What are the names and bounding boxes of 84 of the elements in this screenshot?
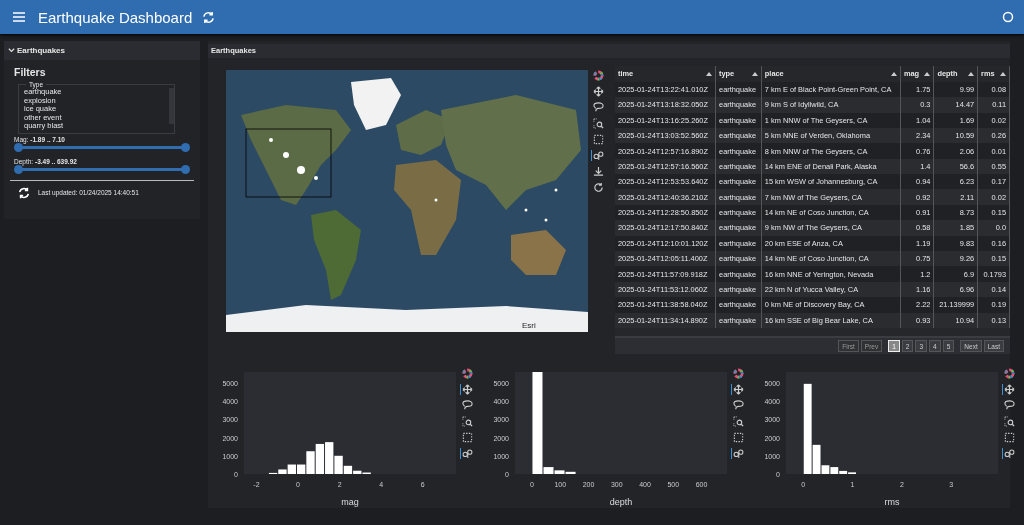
lasso-tool[interactable] xyxy=(731,400,744,411)
hover-icon xyxy=(461,448,473,459)
logo-tool[interactable] xyxy=(460,368,473,379)
download-icon xyxy=(592,165,604,177)
status-indicator-icon xyxy=(1002,11,1014,23)
zoom-icon xyxy=(1003,416,1015,427)
select-tool[interactable] xyxy=(731,432,744,443)
lasso-tool[interactable] xyxy=(591,101,604,113)
sort-icon xyxy=(751,71,758,76)
histogram-bar[interactable] xyxy=(334,455,343,474)
selection-icon xyxy=(732,432,744,443)
section-title: Earthquakes xyxy=(17,46,66,55)
histogram-bar[interactable] xyxy=(343,465,353,474)
logo-icon xyxy=(592,69,604,81)
hover-tool[interactable] xyxy=(460,448,473,459)
hover-tool[interactable] xyxy=(591,149,604,161)
histogram-bar[interactable] xyxy=(830,467,839,474)
lasso-icon xyxy=(592,101,604,113)
sort-icon xyxy=(968,71,975,76)
zoom-tool[interactable] xyxy=(591,117,604,129)
lasso-tool[interactable] xyxy=(460,400,473,411)
zoom-tool[interactable] xyxy=(460,416,473,427)
hover-tool[interactable] xyxy=(1002,448,1015,459)
sort-icon xyxy=(706,71,712,76)
sort-icon xyxy=(1000,71,1006,76)
scrollbar[interactable] xyxy=(169,88,174,124)
sort-icon xyxy=(890,71,897,76)
reset-tool[interactable] xyxy=(591,181,604,193)
hover-icon xyxy=(1003,448,1015,459)
x-axis-label: rms xyxy=(884,497,900,507)
lasso-icon xyxy=(732,400,744,411)
lasso-tool[interactable] xyxy=(1002,400,1015,411)
histogram-bar[interactable] xyxy=(565,471,576,474)
chevron-icon xyxy=(8,47,15,54)
pan-tool[interactable] xyxy=(1002,384,1015,395)
filters-heading: Filters xyxy=(14,66,47,78)
refresh-icon[interactable] xyxy=(18,186,30,199)
logo-tool[interactable] xyxy=(731,368,744,379)
selection-box[interactable] xyxy=(245,128,332,198)
lasso-icon xyxy=(461,400,473,411)
select-tool[interactable] xyxy=(591,133,604,145)
selection-icon xyxy=(461,432,473,443)
pan-tool[interactable] xyxy=(591,85,604,97)
histogram-bar[interactable] xyxy=(315,443,325,474)
zoom-icon xyxy=(732,416,744,427)
histogram-bar[interactable] xyxy=(803,383,812,474)
logo-tool[interactable] xyxy=(1002,368,1015,379)
logo-tool[interactable] xyxy=(591,69,604,81)
x-axis-label: mag xyxy=(341,497,359,507)
zoom-tool[interactable] xyxy=(731,416,744,427)
move-icon xyxy=(732,384,744,395)
selection-icon xyxy=(592,133,604,145)
logo-icon xyxy=(461,368,473,379)
selection-icon xyxy=(1003,432,1015,443)
x-axis-label: depth xyxy=(609,497,633,507)
move-icon xyxy=(592,85,604,97)
histogram-bar[interactable] xyxy=(812,444,821,474)
zoom-icon xyxy=(461,416,473,427)
menu-icon[interactable] xyxy=(12,11,26,23)
hover-tool[interactable] xyxy=(731,448,744,459)
logo-icon xyxy=(1003,368,1015,379)
pan-tool[interactable] xyxy=(460,384,473,395)
slider-handle[interactable] xyxy=(181,164,190,174)
hover-icon xyxy=(592,149,604,161)
select-tool[interactable] xyxy=(1002,432,1015,443)
map-drawing[interactable] xyxy=(226,69,588,332)
reset-icon xyxy=(592,181,604,193)
save-tool[interactable] xyxy=(591,165,604,177)
logo-icon xyxy=(732,368,744,379)
attribution-text: Esri xyxy=(522,320,536,330)
hover-icon xyxy=(732,448,744,459)
zoom-icon xyxy=(592,117,604,129)
lasso-icon xyxy=(1003,400,1015,411)
slider-handle[interactable] xyxy=(181,142,190,152)
app-title: Earthquake Dashboard xyxy=(38,8,193,26)
move-icon xyxy=(461,384,473,395)
section-header[interactable]: Earthquakes xyxy=(4,41,200,60)
zoom-tool[interactable] xyxy=(1002,416,1015,427)
move-icon xyxy=(1003,384,1015,395)
slider-handle[interactable] xyxy=(14,164,23,174)
sort-icon xyxy=(924,71,931,76)
pan-tool[interactable] xyxy=(731,384,744,395)
slider-handle[interactable] xyxy=(14,142,23,152)
select-tool[interactable] xyxy=(460,432,473,443)
